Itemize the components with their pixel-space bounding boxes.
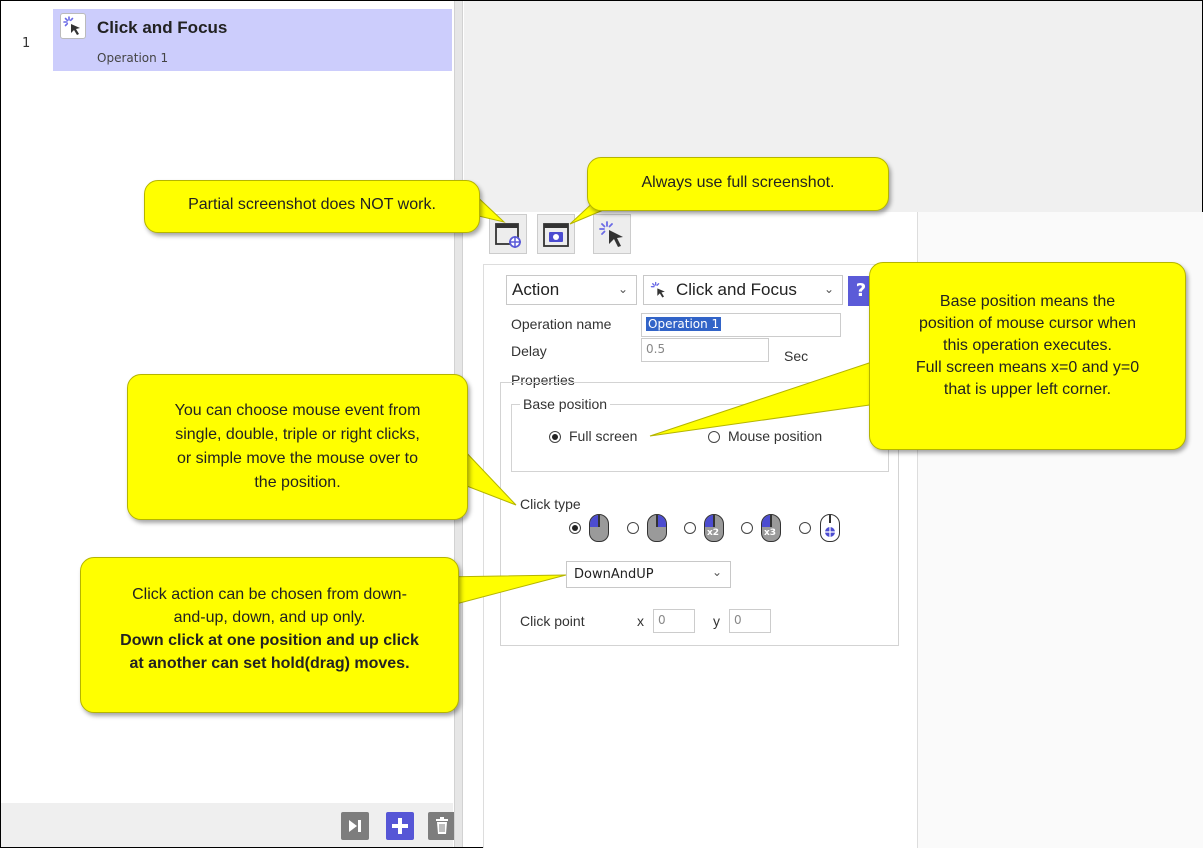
callout-click-action-line: and-up, down, and up only.	[173, 609, 366, 626]
full-screenshot-icon[interactable]	[537, 214, 575, 254]
callout-click-type-line: or simple move the mouse over to	[177, 450, 418, 467]
callout-click-type: You can choose mouse event from single, …	[127, 374, 468, 520]
skip-to-end-icon[interactable]	[341, 812, 369, 840]
triple-click-badge: x3	[764, 528, 777, 538]
click-type-radio-single[interactable]	[569, 522, 581, 534]
callout-click-type-line: single, double, triple or right clicks,	[175, 426, 420, 443]
x-field[interactable]: 0	[653, 609, 695, 633]
full-screen-radio[interactable]	[549, 431, 561, 443]
action-select[interactable]: Click and Focus ⌄	[643, 275, 843, 305]
x-value: 0	[658, 613, 666, 627]
operation-title: Click and Focus	[97, 18, 228, 37]
callout-base-line: Base position means the	[939, 293, 1116, 310]
callout-click-action-bold-line: at another can set hold(drag) moves.	[129, 655, 410, 672]
callout-base-line: this operation executes.	[943, 337, 1112, 354]
mouse-position-label: Mouse position	[728, 428, 823, 444]
click-type-radio-right[interactable]	[627, 522, 639, 534]
right-click-mouse-icon[interactable]	[647, 514, 667, 542]
callout-click-action: Click action can be chosen from down- an…	[80, 557, 459, 713]
operation-index: 1	[22, 36, 31, 51]
triple-click-mouse-icon[interactable]: x3	[761, 514, 781, 542]
operation-name-label: Operation name	[511, 316, 612, 332]
callout-click-action-line: Click action can be chosen from down-	[132, 586, 407, 603]
chevron-down-icon: ⌄	[617, 282, 628, 296]
callout-partial-text: Partial screenshot does NOT work.	[188, 196, 436, 213]
base-position-group-label: Base position	[520, 396, 611, 412]
x-label: x	[637, 613, 644, 629]
click-focus-icon	[60, 13, 86, 39]
click-action-value: DownAndUP	[574, 567, 654, 582]
delay-label: Delay	[511, 343, 547, 359]
delay-field[interactable]: 0.5	[641, 338, 769, 362]
left-click-mouse-icon[interactable]	[589, 514, 609, 542]
click-focus-icon	[649, 280, 669, 305]
callout-base-position: Base position means the position of mous…	[869, 262, 1186, 450]
click-focus-icon[interactable]	[593, 214, 631, 254]
partial-screenshot-icon[interactable]	[489, 214, 527, 254]
y-field[interactable]: 0	[729, 609, 771, 633]
callout-full-screenshot: Always use full screenshot.	[587, 157, 889, 211]
mouse-position-radio[interactable]	[708, 431, 720, 443]
callout-base-line: that is upper left corner.	[943, 381, 1112, 398]
click-type-label: Click type	[520, 496, 581, 512]
click-type-radio-move[interactable]	[799, 522, 811, 534]
trash-icon[interactable]	[428, 812, 456, 840]
callout-full-text: Always use full screenshot.	[641, 174, 835, 191]
callout-click-type-line: You can choose mouse event from	[174, 402, 421, 419]
delay-value: 0.5	[646, 342, 666, 356]
operation-name-field[interactable]: Operation 1	[641, 313, 841, 337]
chevron-down-icon: ⌄	[823, 282, 834, 296]
click-type-radio-double[interactable]	[684, 522, 696, 534]
callout-base-line: position of mouse cursor when	[919, 315, 1136, 332]
action-select-value: Click and Focus	[676, 280, 797, 299]
callout-partial-screenshot: Partial screenshot does NOT work.	[144, 180, 480, 233]
full-screen-label: Full screen	[569, 428, 638, 444]
chevron-down-icon: ⌄	[711, 565, 722, 579]
delay-unit: Sec	[784, 348, 809, 364]
click-type-radio-triple[interactable]	[741, 522, 753, 534]
plus-icon[interactable]	[386, 812, 414, 840]
y-value: 0	[734, 613, 742, 627]
click-action-select[interactable]: DownAndUP ⌄	[566, 561, 731, 588]
click-point-label: Click point	[520, 613, 585, 629]
mouse-move-icon[interactable]	[820, 514, 840, 542]
double-click-badge: x2	[707, 528, 720, 538]
category-select-value: Action	[512, 280, 560, 299]
callout-base-line: Full screen means x=0 and y=0	[915, 359, 1140, 376]
operation-subtitle: Operation 1	[97, 51, 169, 65]
callout-click-type-line: the position.	[254, 474, 341, 491]
base-position-group	[511, 404, 889, 472]
list-item[interactable]: 1 Click and Focus Operation 1	[0, 9, 452, 71]
category-select[interactable]: Action ⌄	[506, 275, 637, 305]
y-label: y	[713, 613, 720, 629]
callout-click-action-bold-line: Down click at one position and up click	[120, 632, 419, 649]
double-click-mouse-icon[interactable]: x2	[704, 514, 724, 542]
operation-name-value: Operation 1	[646, 317, 722, 331]
